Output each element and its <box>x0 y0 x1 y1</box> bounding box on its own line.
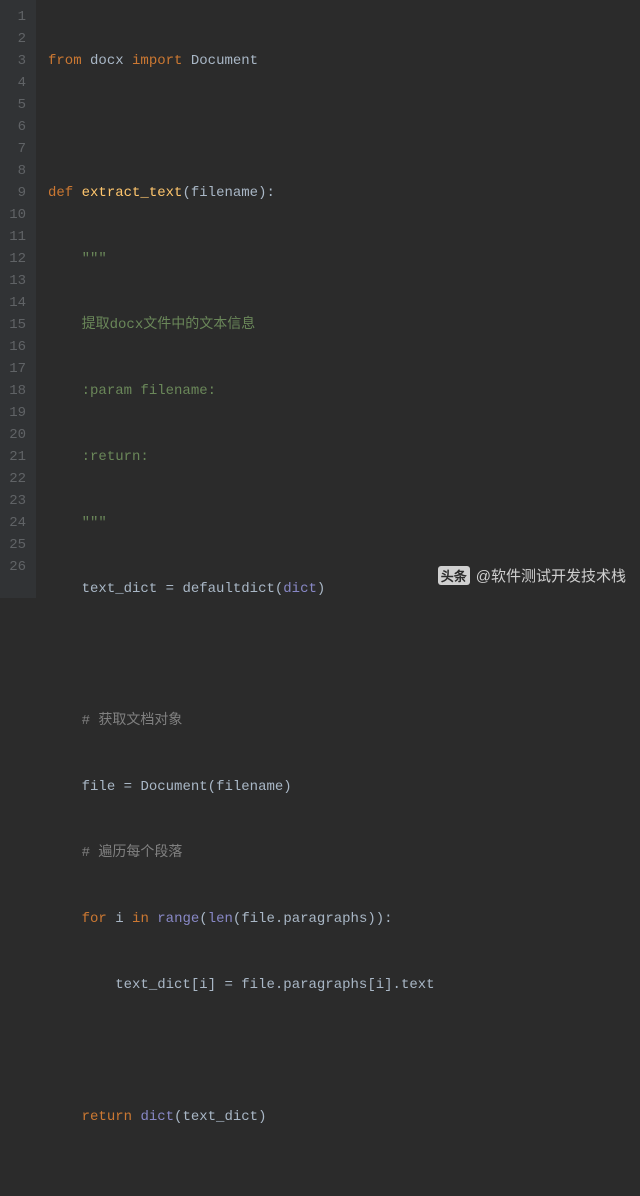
code-editor[interactable]: 1234567891011121314151617181920212223242… <box>0 0 640 598</box>
line-number: 11 <box>8 226 26 248</box>
line-number: 9 <box>8 182 26 204</box>
line-number: 13 <box>8 270 26 292</box>
code-line: 提取docx文件中的文本信息 <box>48 314 640 336</box>
code-area[interactable]: from docx import Document def extract_te… <box>36 0 640 598</box>
code-line <box>48 1172 640 1194</box>
code-line: """ <box>48 248 640 270</box>
line-number: 2 <box>8 28 26 50</box>
watermark-text: @软件测试开发技术栈 <box>476 565 626 586</box>
line-number: 3 <box>8 50 26 72</box>
line-number: 14 <box>8 292 26 314</box>
code-line: :return: <box>48 446 640 468</box>
line-number: 18 <box>8 380 26 402</box>
code-line: text_dict[i] = file.paragraphs[i].text <box>48 974 640 996</box>
line-number: 17 <box>8 358 26 380</box>
line-number: 23 <box>8 490 26 512</box>
code-line: # 遍历每个段落 <box>48 842 640 864</box>
code-line: from docx import Document <box>48 50 640 72</box>
line-number: 4 <box>8 72 26 94</box>
code-line: """ <box>48 512 640 534</box>
code-line <box>48 1040 640 1062</box>
line-number: 12 <box>8 248 26 270</box>
code-line: for i in range(len(file.paragraphs)): <box>48 908 640 930</box>
line-number: 20 <box>8 424 26 446</box>
line-gutter: 1234567891011121314151617181920212223242… <box>0 0 36 598</box>
line-number: 16 <box>8 336 26 358</box>
line-number: 25 <box>8 534 26 556</box>
line-number: 5 <box>8 94 26 116</box>
line-number: 19 <box>8 402 26 424</box>
line-number: 10 <box>8 204 26 226</box>
code-line <box>48 644 640 666</box>
code-line: :param filename: <box>48 380 640 402</box>
code-line: # 获取文档对象 <box>48 710 640 732</box>
line-number: 24 <box>8 512 26 534</box>
watermark: 头条 @软件测试开发技术栈 <box>438 565 626 586</box>
line-number: 26 <box>8 556 26 578</box>
code-line: file = Document(filename) <box>48 776 640 798</box>
line-number: 6 <box>8 116 26 138</box>
code-line <box>48 116 640 138</box>
line-number: 21 <box>8 446 26 468</box>
watermark-logo: 头条 <box>438 566 470 585</box>
line-number: 1 <box>8 6 26 28</box>
line-number: 8 <box>8 160 26 182</box>
line-number: 7 <box>8 138 26 160</box>
line-number: 15 <box>8 314 26 336</box>
line-number: 22 <box>8 468 26 490</box>
code-line: return dict(text_dict) <box>48 1106 640 1128</box>
code-line: def extract_text(filename): <box>48 182 640 204</box>
